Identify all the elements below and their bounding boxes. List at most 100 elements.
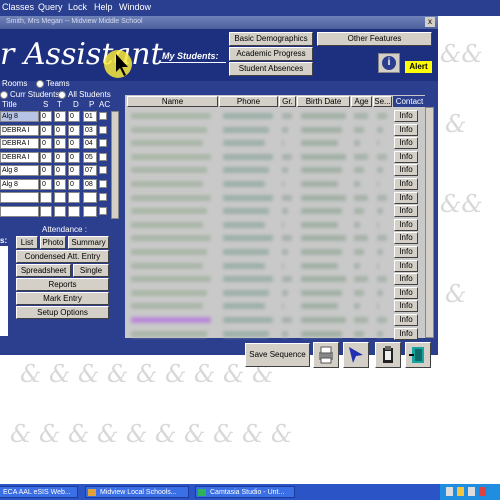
save-sequence-button[interactable]: Save Sequence — [245, 343, 310, 367]
ac-checkbox[interactable] — [99, 193, 107, 201]
info-contact-button[interactable]: Info — [394, 164, 418, 177]
class-row-empty-cell[interactable] — [0, 192, 39, 203]
taskbar-item-esis[interactable]: ECA AAL eSIS Web... — [0, 486, 78, 498]
info-contact-button[interactable]: Info — [394, 327, 418, 340]
ac-checkbox[interactable] — [99, 139, 107, 147]
class-row-t[interactable]: 0 — [54, 138, 66, 149]
list-button[interactable]: List — [16, 236, 38, 249]
menu-lock[interactable]: Lock — [68, 2, 87, 12]
exit-button[interactable] — [405, 342, 431, 368]
info-contact-button[interactable]: Info — [394, 259, 418, 272]
pointer-button[interactable] — [343, 342, 369, 368]
class-row-title[interactable]: DEBRA I — [0, 138, 39, 149]
close-button[interactable]: x — [425, 17, 435, 27]
info-contact-button[interactable]: Info — [394, 232, 418, 245]
class-row-title[interactable]: Alg 8 — [0, 111, 39, 122]
class-row-title[interactable]: Alg 8 — [0, 165, 39, 176]
class-row-p[interactable]: 05 — [83, 151, 97, 163]
curr-students-radio[interactable]: Curr Students — [0, 90, 59, 99]
condensed-att-entry-button[interactable]: Condensed Att. Entry — [16, 250, 109, 263]
class-row-t[interactable]: 0 — [54, 165, 66, 176]
class-row-d[interactable]: 0 — [68, 165, 80, 176]
all-students-radio[interactable]: All Students — [58, 90, 111, 99]
class-row-s[interactable]: 0 — [40, 178, 52, 190]
basic-demographics-button[interactable]: Basic Demographics — [229, 32, 313, 46]
menu-query[interactable]: Query — [38, 2, 63, 12]
class-row-s[interactable]: 0 — [40, 165, 52, 176]
tray-icon[interactable] — [479, 487, 486, 496]
info-contact-button[interactable]: Info — [394, 150, 418, 163]
ac-checkbox[interactable] — [99, 166, 107, 174]
menu-classes[interactable]: Classes — [2, 2, 34, 12]
tray-icon[interactable] — [457, 487, 464, 496]
class-list-scrollbar[interactable] — [111, 111, 119, 219]
student-absences-button[interactable]: Student Absences — [229, 62, 313, 76]
info-contact-button[interactable]: Info — [394, 314, 418, 326]
other-features-button[interactable]: Other Features — [317, 32, 432, 46]
class-row-empty-cell[interactable] — [40, 192, 52, 203]
info-contact-button[interactable]: Info — [394, 178, 418, 190]
info-contact-button[interactable]: Info — [394, 191, 418, 204]
teams-radio[interactable]: Teams — [36, 79, 70, 88]
grid-scrollbar[interactable] — [425, 107, 434, 338]
class-row-t[interactable]: 0 — [54, 151, 66, 163]
class-row-empty-cell[interactable] — [0, 205, 39, 217]
class-row-t[interactable]: 0 — [54, 178, 66, 190]
class-row-d[interactable]: 0 — [68, 151, 80, 163]
rooms-radio[interactable]: Rooms — [2, 79, 27, 88]
class-row-empty-cell[interactable] — [54, 192, 66, 203]
class-row-p[interactable]: 03 — [83, 124, 97, 136]
class-row-p[interactable]: 08 — [83, 178, 97, 190]
class-row-t[interactable]: 0 — [54, 124, 66, 136]
academic-progress-button[interactable]: Academic Progress — [229, 47, 313, 61]
ac-checkbox[interactable] — [99, 152, 107, 161]
class-row-d[interactable]: 0 — [68, 124, 80, 136]
class-row-title[interactable]: Alg 8 — [0, 178, 39, 190]
info-contact-button[interactable]: Info — [394, 205, 418, 218]
class-row-p[interactable]: 01 — [83, 111, 97, 122]
class-row-s[interactable]: 0 — [40, 151, 52, 163]
header-phone[interactable]: Phone — [219, 96, 278, 107]
tray-icon[interactable] — [446, 487, 453, 496]
ac-checkbox[interactable] — [99, 206, 107, 215]
class-row-p[interactable]: 07 — [83, 165, 97, 176]
class-row-empty-cell[interactable] — [83, 205, 97, 217]
clipboard-button[interactable] — [375, 342, 401, 368]
ac-checkbox[interactable] — [99, 112, 107, 120]
reports-button[interactable]: Reports — [16, 278, 109, 291]
setup-options-button[interactable]: Setup Options — [16, 306, 109, 319]
header-birth-date[interactable]: Birth Date — [297, 96, 350, 107]
class-row-empty-cell[interactable] — [83, 192, 97, 203]
menu-help[interactable]: Help — [94, 2, 113, 12]
header-name[interactable]: Name — [127, 96, 218, 107]
info-contact-button[interactable]: Info — [394, 218, 418, 231]
info-contact-button[interactable]: Info — [394, 273, 418, 286]
class-row-empty-cell[interactable] — [40, 205, 52, 217]
class-row-s[interactable]: 0 — [40, 124, 52, 136]
info-button[interactable]: i — [378, 53, 400, 73]
class-row-d[interactable]: 0 — [68, 138, 80, 149]
photo-button[interactable]: Photo — [40, 236, 66, 249]
summary-button[interactable]: Summary — [68, 236, 109, 249]
taskbar-item-camtasia[interactable]: Camtasia Studio - Unt... — [195, 486, 295, 498]
info-contact-button[interactable]: Info — [394, 137, 418, 150]
class-row-title[interactable]: DEBRA I — [0, 151, 39, 163]
header-grade[interactable]: Gr. — [279, 96, 296, 107]
spreadsheet-button[interactable]: Spreadsheet — [16, 264, 71, 277]
info-contact-button[interactable]: Info — [394, 300, 418, 313]
header-sex[interactable]: Se... — [373, 96, 392, 107]
mark-entry-button[interactable]: Mark Entry — [16, 292, 109, 305]
menu-window[interactable]: Window — [119, 2, 151, 12]
taskbar-item-midview[interactable]: Midview Local Schools... — [85, 486, 189, 498]
print-button[interactable] — [313, 342, 339, 368]
class-row-s[interactable]: 0 — [40, 138, 52, 149]
ac-checkbox[interactable] — [99, 125, 107, 134]
class-row-empty-cell[interactable] — [68, 192, 80, 203]
class-row-p[interactable]: 04 — [83, 138, 97, 149]
class-row-empty-cell[interactable] — [68, 205, 80, 217]
ac-checkbox[interactable] — [99, 179, 107, 188]
class-row-d[interactable]: 0 — [68, 178, 80, 190]
info-contact-button[interactable]: Info — [394, 246, 418, 258]
class-row-empty-cell[interactable] — [54, 205, 66, 217]
info-contact-button[interactable]: Info — [394, 110, 418, 122]
